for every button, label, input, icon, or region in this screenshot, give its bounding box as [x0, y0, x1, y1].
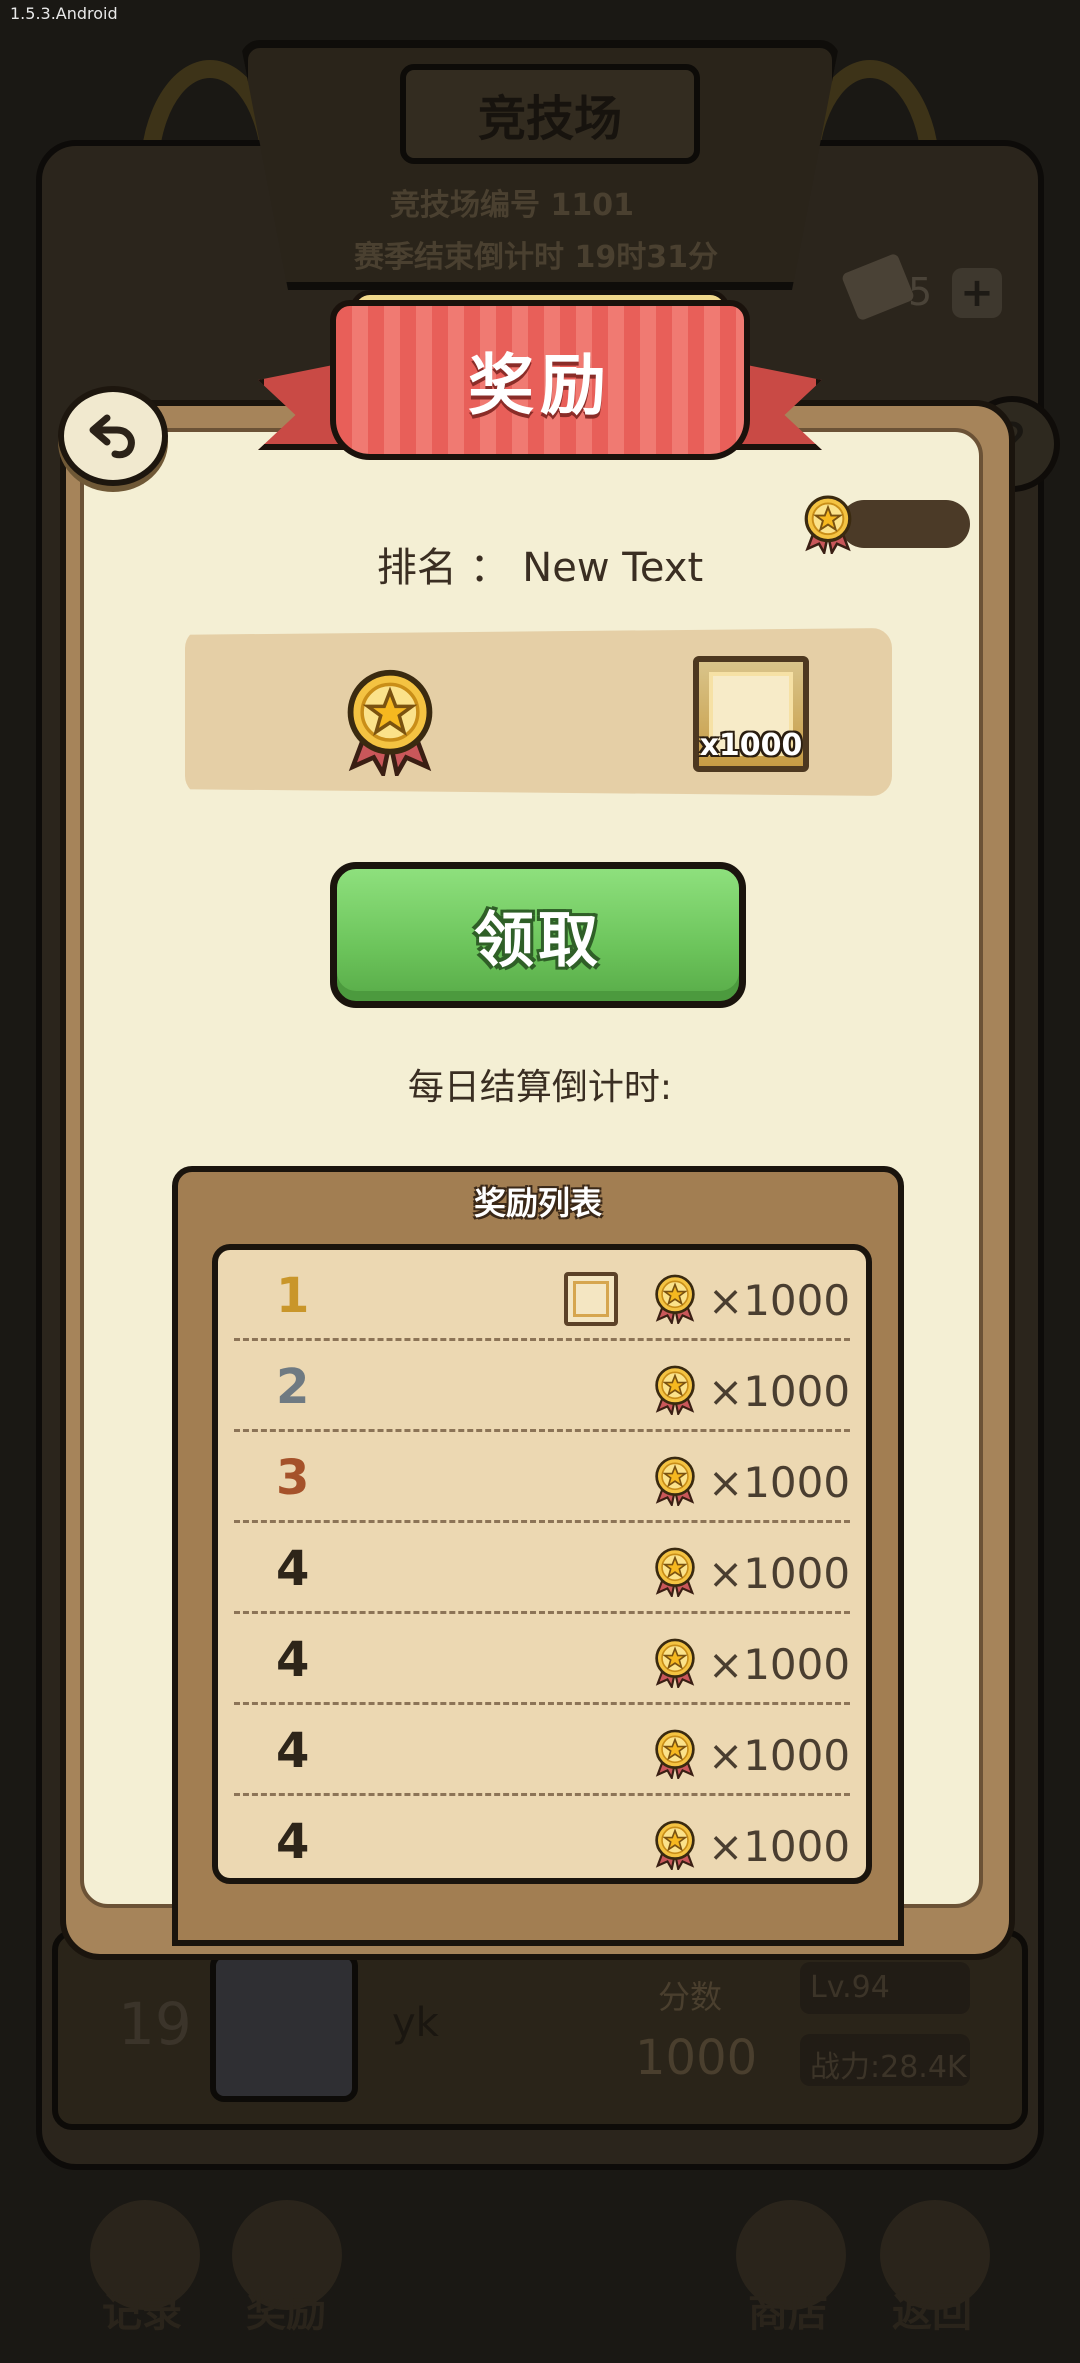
player-score: 1000: [635, 2030, 758, 2086]
avatar-frame-icon: [564, 1272, 618, 1326]
arena-id-text: 竞技场编号 1101: [390, 188, 634, 223]
rank-label: 排名: [376, 545, 457, 591]
rank-separator: ：: [469, 545, 510, 591]
reward-list-row: 3 ×1000: [234, 1432, 850, 1523]
reward-list-row: 2 ×1000: [234, 1341, 850, 1432]
player-avatar: [210, 1952, 358, 2102]
star-medal-icon: [648, 1543, 702, 1601]
player-power: 战力:28.4K: [800, 2034, 970, 2086]
row-rank: 1: [276, 1268, 310, 1324]
row-amount: ×1000: [708, 1640, 851, 1689]
reward-list-title: 奖励列表: [473, 1184, 602, 1222]
back-arrow-icon: [89, 414, 135, 459]
rank-value: New Text: [522, 545, 704, 591]
arena-title: 竞技场: [400, 64, 700, 164]
modal-title: 奖励: [468, 347, 612, 424]
season-countdown-text: 赛季结束倒计时 19时31分: [354, 240, 718, 275]
title-ribbon: 奖励: [330, 300, 750, 460]
row-rank: 4: [276, 1814, 310, 1870]
reward-list-row: 4 ×1000: [234, 1796, 851, 1878]
player-rank-number: 19: [118, 1990, 192, 2058]
daily-settlement-countdown: 每日结算倒计时:: [407, 1067, 673, 1108]
reward-list-row: 1 ×1000: [234, 1250, 850, 1341]
row-rank: 2: [276, 1359, 310, 1415]
reward-list-row: 4 ×1000: [234, 1523, 850, 1614]
rank-line: 排名 ： New Text: [0, 535, 1080, 593]
player-name: yk: [392, 2000, 439, 2046]
row-amount: ×1000: [708, 1731, 851, 1780]
back-nav-label[interactable]: 返回: [892, 2280, 972, 2338]
player-level: Lv.94: [800, 1962, 970, 2014]
row-rank: 4: [276, 1632, 310, 1688]
star-medal-icon: [648, 1452, 702, 1510]
star-medal-icon: [648, 1634, 702, 1692]
star-medal-icon: [648, 1361, 702, 1419]
claim-label: 领取: [474, 905, 602, 976]
row-rank: 4: [276, 1723, 310, 1779]
add-ticket-button[interactable]: +: [952, 268, 1002, 318]
reward-amount: x1000: [699, 728, 803, 763]
ticket-count: 5: [908, 270, 933, 314]
status-text: 1.5.3.Android: [10, 4, 118, 23]
back-button[interactable]: [58, 386, 168, 486]
player-rank-row: [52, 1930, 1028, 2130]
reward-list-row: 4 ×1000: [234, 1614, 850, 1705]
star-medal-icon: [648, 1816, 702, 1874]
row-rank: 3: [276, 1450, 310, 1506]
star-medal-icon: [347, 669, 433, 776]
row-rank: 4: [276, 1541, 310, 1597]
score-label: 分数: [658, 1978, 723, 2016]
reward-nav-label[interactable]: 奖励: [246, 2280, 326, 2338]
star-medal-icon: [648, 1725, 702, 1783]
star-medal-icon: [648, 1270, 702, 1328]
record-nav-label[interactable]: 记录: [102, 2280, 182, 2338]
shop-nav-label[interactable]: 商店: [748, 2280, 828, 2338]
row-amount: ×1000: [708, 1367, 851, 1416]
row-amount: ×1000: [708, 1276, 851, 1325]
row-amount: ×1000: [708, 1822, 851, 1871]
row-amount: ×1000: [708, 1458, 851, 1507]
row-amount: ×1000: [708, 1549, 851, 1598]
reward-list[interactable]: 1 ×1000 2 ×1000 3 ×1000 4 ×1000 4 ×1000 4 ×1000 4 ×10…: [212, 1244, 872, 1884]
claim-button[interactable]: 领取: [330, 862, 746, 1008]
reward-list-row: 4 ×1000: [234, 1705, 850, 1796]
